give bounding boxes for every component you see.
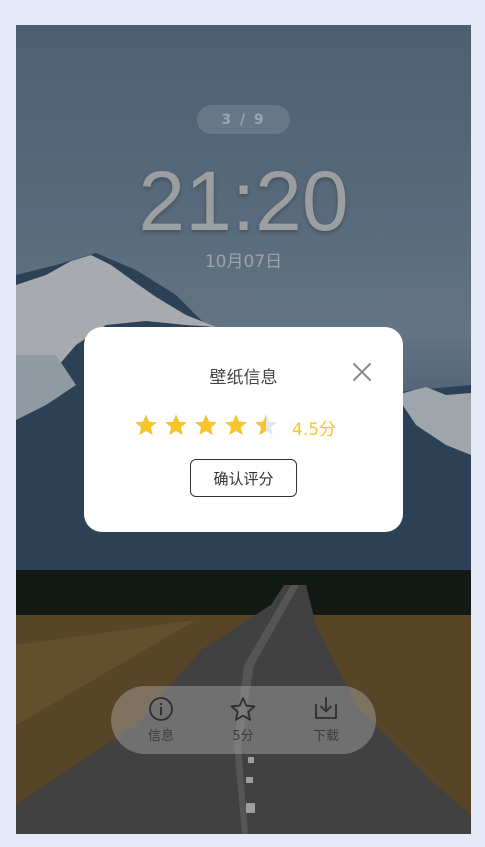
rate-button[interactable]: 5分 [213,696,273,744]
star-icon[interactable] [254,413,278,437]
clock-date: 10月07日 [204,252,283,272]
star-icon[interactable] [194,413,218,437]
download-button[interactable]: 下载 [296,696,356,744]
rate-label: 5分 [232,729,254,744]
download-label: 下载 [312,729,339,744]
rating-score: 4.5分 [292,420,337,440]
bottom-action-bar: 信息 5分 下载 [111,686,376,754]
close-icon[interactable] [351,361,373,383]
star-icon[interactable] [224,413,248,437]
rating-dialog: 壁纸信息 4.5分 确认评分 [84,327,403,532]
info-icon [149,697,173,721]
info-label: 信息 [147,729,174,744]
download-icon [315,697,337,719]
star-icon[interactable] [134,413,158,437]
page-indicator: 3 / 9 [197,105,290,134]
star-rating[interactable] [134,413,278,437]
star-icon[interactable] [164,413,188,437]
star-outline-icon [230,697,256,721]
clock-time: 21:20 [138,154,349,248]
info-button[interactable]: 信息 [131,696,191,744]
confirm-rating-button[interactable]: 确认评分 [190,459,297,497]
